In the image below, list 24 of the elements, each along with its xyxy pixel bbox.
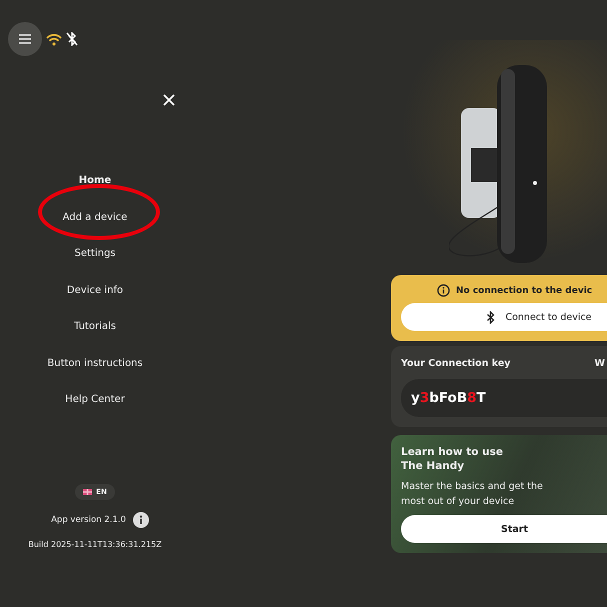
menu-button[interactable] (8, 22, 42, 56)
bluetooth-icon (486, 310, 496, 324)
tutorial-text: Master the basics and get the most out of your device (401, 480, 544, 509)
menu-item[interactable]: Home (78, 172, 112, 190)
connection-key-field: y3bFoB8T (401, 379, 607, 417)
status-text: No connection to the devic (456, 286, 592, 296)
app-version-text: App version 2.1.0 (51, 514, 126, 524)
tutorial-title: Learn how to use The Handy (401, 445, 504, 473)
flag-icon (83, 488, 92, 494)
menu-icon (18, 33, 32, 45)
menu-item[interactable]: Tutorials (74, 318, 116, 336)
menu-item[interactable]: Button instructions (47, 354, 143, 372)
menu-item[interactable]: Device info (66, 282, 124, 299)
connect-button[interactable]: Connect to device (401, 303, 607, 331)
menu-item[interactable]: Add a device (62, 208, 128, 226)
close-icon[interactable] (163, 94, 175, 106)
key-title: Your Connection key (401, 358, 510, 369)
info-icon[interactable] (132, 512, 149, 528)
start-button[interactable]: Start (401, 515, 607, 543)
info-icon (437, 284, 450, 297)
menu-item[interactable]: Help Center (65, 391, 125, 408)
menu-item[interactable]: Settings (74, 245, 116, 262)
build-text: Build 2025-11-11T13:36:31.215Z (28, 540, 162, 548)
column-label: W (594, 358, 605, 369)
